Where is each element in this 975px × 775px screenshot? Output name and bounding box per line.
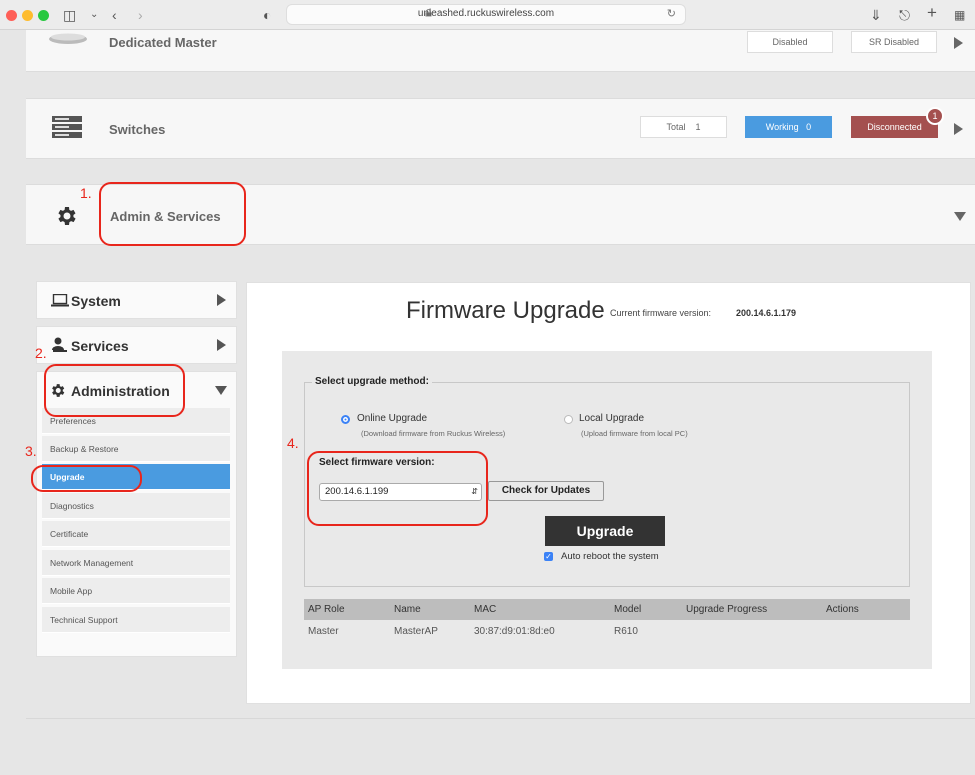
col-name: Name xyxy=(390,599,470,620)
dedicated-master-status: Disabled xyxy=(747,31,833,53)
dedicated-master-title: Dedicated Master xyxy=(109,35,217,50)
services-icon xyxy=(52,337,67,352)
minimize-window-button[interactable] xyxy=(22,10,33,21)
local-upgrade-desc: (Upload firmware from local PC) xyxy=(581,429,688,438)
collapse-arrow-icon[interactable] xyxy=(954,212,966,221)
auto-reboot-label: Auto reboot the system xyxy=(561,551,659,562)
col-mac: MAC xyxy=(470,599,610,620)
expand-arrow-icon[interactable] xyxy=(954,123,963,135)
col-upgrade-progress: Upgrade Progress xyxy=(682,599,822,620)
switches-total-box: Total 1 xyxy=(640,116,727,138)
expand-arrow-icon[interactable] xyxy=(217,339,226,351)
browser-toolbar: ◫ ⌄ ‹ › ◐ unleashed.ruckuswireless.com ↻… xyxy=(0,0,975,30)
privacy-shield-icon[interactable]: ◐ xyxy=(263,6,271,24)
local-upgrade-label[interactable]: Local Upgrade xyxy=(579,413,644,424)
forward-icon[interactable]: › xyxy=(138,6,143,24)
table-row: Master MasterAP 30:87:d9:01:8d:e0 R610 xyxy=(304,620,910,642)
expand-arrow-icon[interactable] xyxy=(217,294,226,306)
switch-icon xyxy=(52,116,82,138)
disconnected-count-badge: 1 xyxy=(926,107,944,125)
cell-actions xyxy=(822,620,910,642)
switches-disconnected-box[interactable]: Disconnected xyxy=(851,116,938,138)
cell-name: MasterAP xyxy=(394,625,438,637)
back-icon[interactable]: ‹ xyxy=(112,6,117,24)
upgrade-button-label: Upgrade xyxy=(576,523,634,539)
annotation-number-4: 4. xyxy=(287,435,299,451)
dedicated-master-panel[interactable]: Dedicated Master Disabled SR Disabled xyxy=(26,30,975,72)
total-label: Total xyxy=(666,122,686,132)
chevron-down-icon[interactable]: ⌄ xyxy=(90,6,98,24)
cell-upgrade-progress xyxy=(682,620,822,642)
nav-services[interactable]: Services xyxy=(36,326,237,364)
gear-icon xyxy=(58,207,76,225)
share-icon[interactable]: ⎋ xyxy=(899,6,910,24)
check-for-updates-label: Check for Updates xyxy=(501,485,591,496)
col-model: Model xyxy=(610,599,682,620)
laptop-icon xyxy=(51,294,69,307)
smart-redundancy-status: SR Disabled xyxy=(851,31,937,53)
annotation-box-upgrade xyxy=(31,465,142,492)
sidebar-toggle-icon[interactable]: ◫ xyxy=(63,6,76,24)
upgrade-button[interactable]: Upgrade xyxy=(545,516,665,546)
collapse-arrow-icon[interactable] xyxy=(215,386,227,395)
annotation-box-administration xyxy=(44,364,185,417)
working-label: Working xyxy=(765,122,799,132)
online-upgrade-radio[interactable] xyxy=(341,415,350,424)
annotation-box-firmware-version xyxy=(307,451,488,526)
switches-title: Switches xyxy=(109,122,166,137)
nav-sub-diagnostics[interactable]: Diagnostics xyxy=(42,493,230,519)
nav-sub-network-management[interactable]: Network Management xyxy=(42,550,230,576)
online-upgrade-desc: (Download firmware from Ruckus Wireless) xyxy=(361,429,506,438)
address-bar[interactable]: unleashed.ruckuswireless.com ↻ xyxy=(286,4,686,25)
nav-system[interactable]: System xyxy=(36,281,237,319)
col-actions: Actions xyxy=(822,599,910,620)
upgrade-method-legend: Select upgrade method: xyxy=(312,376,432,387)
online-upgrade-label[interactable]: Online Upgrade xyxy=(357,413,427,424)
nav-sub-mobile-app[interactable]: Mobile App xyxy=(42,578,230,604)
access-point-icon xyxy=(49,33,87,44)
nav-sub-technical-support[interactable]: Technical Support xyxy=(42,607,230,633)
new-tab-icon[interactable]: + xyxy=(927,4,937,22)
nav-services-label: Services xyxy=(71,338,129,354)
current-firmware-label: Current firmware version: xyxy=(610,308,712,318)
zoom-window-button[interactable] xyxy=(38,10,49,21)
cell-mac: 30:87:d9:01:8d:e0 xyxy=(474,625,555,637)
ap-upgrade-table: AP Role Name MAC Model Upgrade Progress … xyxy=(304,599,910,642)
annotation-number-2: 2. xyxy=(35,345,47,361)
annotation-number-1: 1. xyxy=(80,185,92,201)
tab-overview-icon[interactable]: ▦ xyxy=(954,6,965,24)
annotation-number-3: 3. xyxy=(25,443,37,459)
expand-arrow-icon[interactable] xyxy=(954,37,963,49)
disconnected-label: Disconnected xyxy=(867,122,922,132)
reload-icon[interactable]: ↻ xyxy=(667,7,676,20)
download-icon[interactable]: ⇓ xyxy=(870,6,882,24)
nav-sub-backup-restore[interactable]: Backup & Restore xyxy=(42,436,230,462)
col-ap-role: AP Role xyxy=(304,599,390,620)
working-value: 0 xyxy=(806,122,812,132)
nav-sub-certificate[interactable]: Certificate xyxy=(42,521,230,547)
local-upgrade-radio[interactable] xyxy=(564,415,573,424)
check-for-updates-button[interactable]: Check for Updates xyxy=(488,481,604,501)
firmware-page-title: Firmware Upgrade xyxy=(406,297,605,324)
annotation-box-admin-services xyxy=(99,182,246,246)
nav-system-label: System xyxy=(71,293,121,309)
switches-panel[interactable]: Switches Total 1 Working 0 Disconnected … xyxy=(26,98,975,159)
current-firmware-value: 200.14.6.1.179 xyxy=(736,308,797,318)
close-window-button[interactable] xyxy=(6,10,17,21)
url-text: unleashed.ruckuswireless.com xyxy=(417,8,555,19)
total-value: 1 xyxy=(695,122,701,132)
cell-model: R610 xyxy=(614,625,638,637)
table-header-row: AP Role Name MAC Model Upgrade Progress … xyxy=(304,599,910,620)
cell-ap-role: Master xyxy=(308,625,339,637)
switches-working-box[interactable]: Working 0 xyxy=(745,116,832,138)
auto-reboot-checkbox[interactable]: ✓ xyxy=(544,552,553,561)
